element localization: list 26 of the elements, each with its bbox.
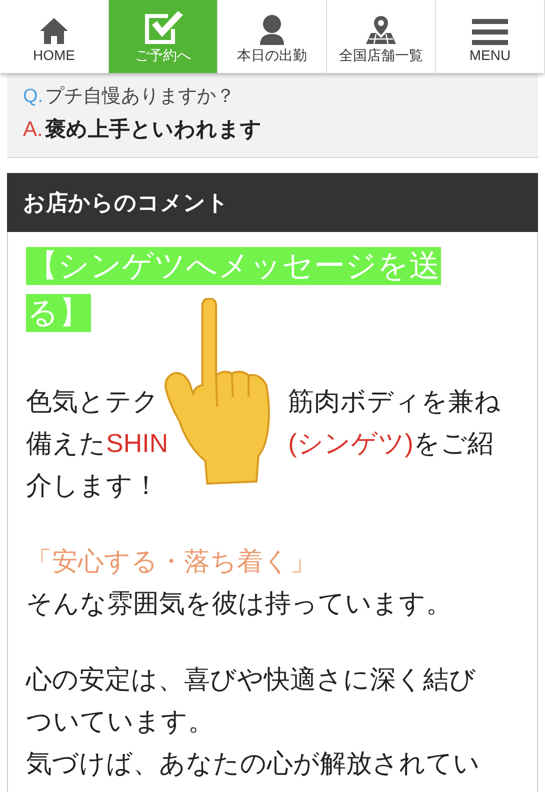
checkbox-icon [142,9,184,45]
text-line: 気づけば、あなたの心が解放されてい [26,746,480,780]
highlight-text: SHIN [106,426,168,460]
question-text: プチ自慢ありますか？ [45,85,236,109]
home-icon [39,17,69,45]
highlight-text: (シンゲツ) [288,426,414,460]
answer-mark: A. [23,116,43,142]
person-icon [259,15,285,45]
accent-text: 「安心する・落ち着く」 [26,544,316,578]
answer-text: 褒め上手といわれます [44,116,262,142]
text-line: ついています。 [26,704,214,738]
text-line: 色気とテク [26,384,159,418]
text-line: 筋肉ボディを兼ね [288,384,501,418]
nav-tab[interactable]: MENU [436,0,545,73]
nav-tab[interactable]: 全国店舗一覧 [327,0,436,73]
menu-icon [472,19,508,45]
text-line: 備えた [26,426,106,460]
text-line: 介します！ [26,468,159,502]
text-line: 心の安定は、喜びや快適さに深く結び [26,662,476,696]
question-mark: Q. [23,85,44,109]
nav-tab[interactable]: HOME [0,0,109,73]
section-title: お店からのコメント [23,189,229,217]
text-line: そんな雰囲気を彼は持っています。 [26,586,452,620]
nav-tab[interactable]: 本日の出勤 [218,0,327,73]
map-pin-icon [365,15,397,45]
text-line: をご紹 [413,426,494,460]
